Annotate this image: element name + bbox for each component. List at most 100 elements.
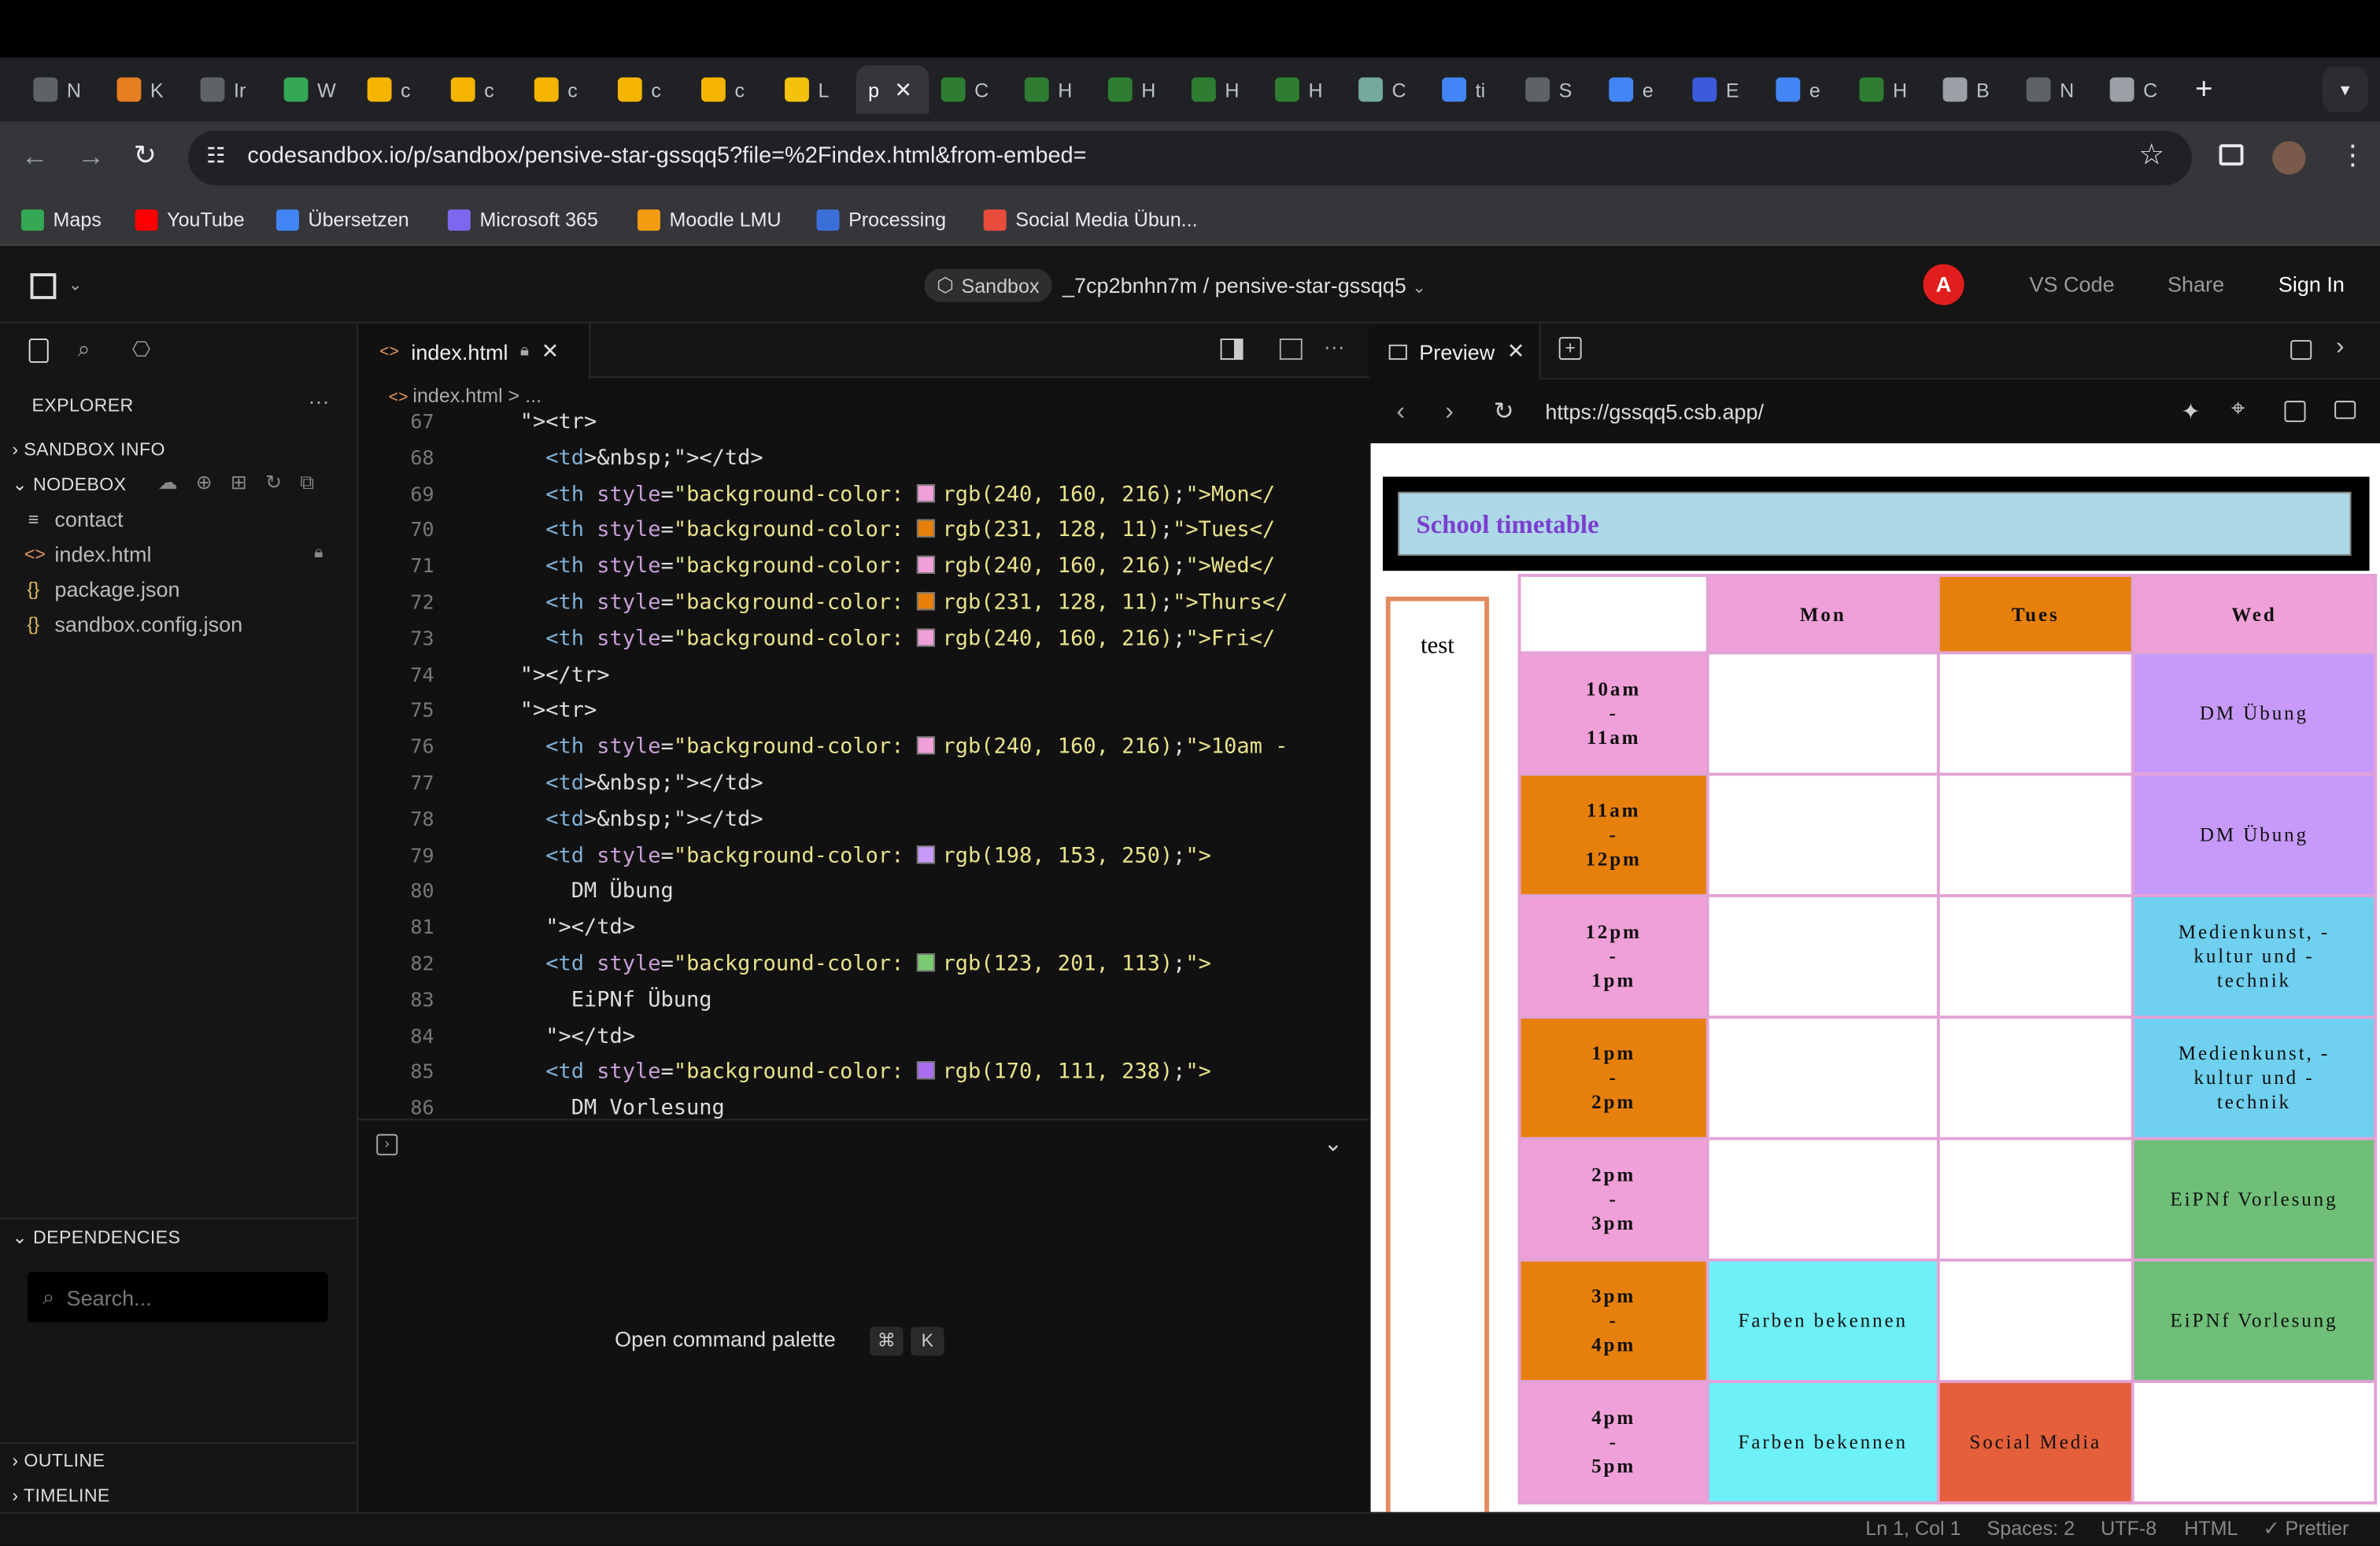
git-icon[interactable]: ⎔ [132,337,151,363]
bookmark-item[interactable]: Übersetzen [276,208,409,231]
browser-tab[interactable]: S [1513,65,1597,114]
preview-url[interactable]: https://gssqq5.csb.app/ [1545,399,1764,423]
code-line: <td>&nbsp;"></td> [545,446,763,471]
command-palette-hint[interactable]: Open command palette [615,1327,836,1352]
bookmark-item[interactable]: Microsoft 365 [447,208,598,231]
back-arrow-icon[interactable]: ← [21,141,49,173]
browser-tab[interactable]: N [2014,65,2097,114]
close-icon[interactable]: ✕ [894,76,912,102]
bookmark-item[interactable]: YouTube [135,208,245,231]
forward-arrow-icon[interactable]: → [77,141,105,173]
nodebox-actions[interactable]: ☁⊕⊞↻⧉ [158,471,333,495]
cursor-position[interactable]: Ln 1, Col 1 [1865,1517,1961,1540]
browser-tab[interactable]: H [1847,65,1931,114]
forward-arrow-icon[interactable]: › [1445,396,1454,427]
tab-search-button[interactable]: ▾ [2322,66,2368,113]
browser-tab[interactable]: c [355,65,438,114]
site-info-icon[interactable]: ☷ [206,142,225,168]
browser-tab[interactable]: N [21,65,105,114]
chevron-down-icon[interactable]: ⌄ [68,275,83,294]
browser-tab[interactable]: ti [1430,65,1513,114]
reload-icon[interactable]: ↻ [134,139,157,172]
chevron-down-icon[interactable]: ⌄ [1412,279,1426,298]
console-icon[interactable] [2284,401,2306,423]
files-icon[interactable] [28,338,49,363]
new-tab-icon[interactable]: + [1558,337,1582,361]
browser-tab[interactable]: H [1012,65,1096,114]
browser-menu-icon[interactable]: ⋮ [2339,139,2367,172]
browser-tab[interactable]: c [522,65,605,114]
preview-tab[interactable]: Preview ✕ [1370,323,1541,380]
share-button[interactable]: Share [2168,272,2224,296]
bookmark-item[interactable]: Moodle LMU [638,208,782,231]
encoding[interactable]: UTF-8 [2101,1517,2156,1540]
signin-button[interactable]: Sign In [2278,272,2345,296]
browser-tab[interactable]: C [1347,65,1430,114]
browser-tab[interactable]: c [438,65,522,114]
browser-tab[interactable]: E [1680,65,1764,114]
indentation[interactable]: Spaces: 2 [1987,1517,2075,1540]
browser-tab[interactable]: C [929,65,1012,114]
browser-tab[interactable]: Ir [188,65,272,114]
csb-logo-icon[interactable] [30,273,57,299]
split-editor-icon[interactable] [1279,338,1303,361]
open-window-icon[interactable] [2334,401,2356,420]
sandbox-info-section[interactable]: › SANDBOX INFO [12,438,164,460]
breadcrumb[interactable]: <> index.html > ... [389,384,541,407]
toggle-panel-icon[interactable] [1220,338,1244,361]
code-editor[interactable]: 67 "><tr> 68 <td>&nbsp;"></td> 69 <th styl… [358,409,1369,1119]
kbd-cmd: ⌘ [870,1326,904,1356]
new-tab-button[interactable]: + [2181,72,2227,107]
dependency-search-input[interactable]: ⌕ Search... [27,1272,328,1322]
profile-avatar[interactable] [2272,141,2306,175]
more-icon[interactable]: ··· [1324,334,1345,358]
chevron-right-icon[interactable]: › [2336,334,2344,361]
chevron-down-icon[interactable]: ⌄ [1324,1130,1343,1157]
user-avatar[interactable]: A [1923,264,1964,305]
back-arrow-icon[interactable]: ‹ [1396,396,1405,427]
bookmark-item[interactable]: Maps [21,208,102,231]
browser-tab[interactable]: L [773,65,856,114]
dependencies-section[interactable]: ⌄ DEPENDENCIES [12,1226,180,1248]
browser-tab[interactable]: B [1931,65,2014,114]
file-name: index.html [54,542,152,567]
vscode-button[interactable]: VS Code [2030,272,2115,296]
sparkle-icon[interactable]: ✦ [2181,398,2200,425]
bookmark-item[interactable]: Social Media Übun... [983,208,1198,231]
code-line: <th style="background-color: rgb(240, 16… [545,734,1288,760]
terminal-icon[interactable]: › [376,1134,398,1156]
reload-icon[interactable]: ↻ [1494,396,1514,427]
browser-tab[interactable]: c [606,65,689,114]
file-item[interactable]: {} sandbox.config.json [24,612,242,636]
side-panel-icon[interactable] [2219,144,2244,166]
more-icon[interactable]: ··· [309,389,330,413]
close-icon[interactable]: ✕ [1507,338,1525,364]
outline-section[interactable]: › OUTLINE [12,1450,105,1471]
browser-tab[interactable]: H [1263,65,1347,114]
browser-tab[interactable]: c [689,65,773,114]
close-icon[interactable]: ✕ [541,338,560,364]
file-item[interactable]: {} package.json [24,577,180,601]
prettier-status[interactable]: ✓ Prettier [2264,1517,2349,1541]
browser-tab[interactable]: e [1764,65,1847,114]
crosshair-icon[interactable]: ⌖ [2231,396,2245,423]
browser-tab[interactable]: K [105,65,188,114]
nodebox-section[interactable]: ⌄ NODEBOX [12,474,126,495]
editor-tab-index[interactable]: <> index.html 🔒︎ ✕ [358,323,591,380]
browser-tab[interactable]: e [1597,65,1680,114]
browser-tab[interactable]: C [2097,65,2181,114]
search-icon[interactable]: ⌕ [77,337,90,363]
browser-tab-active[interactable]: p ✕ [856,65,929,114]
bookmark-star-icon[interactable]: ☆ [2138,139,2164,173]
timeline-section[interactable]: › TIMELINE [12,1485,109,1506]
layout-icon[interactable] [2290,340,2312,361]
language-mode[interactable]: HTML [2184,1517,2238,1540]
bookmark-item[interactable]: Processing [816,208,946,231]
browser-tab[interactable]: H [1096,65,1179,114]
address-url[interactable]: codesandbox.io/p/sandbox/pensive-star-gs… [247,142,1086,168]
file-item[interactable]: <> index.html [24,542,152,567]
browser-tab[interactable]: H [1180,65,1263,114]
sandbox-path[interactable]: _7cp2bnhn7m / pensive-star-gssqq5 ⌄ [1062,273,1426,298]
browser-tab[interactable]: W [272,65,355,114]
file-item[interactable]: ≡ contact [24,507,124,531]
